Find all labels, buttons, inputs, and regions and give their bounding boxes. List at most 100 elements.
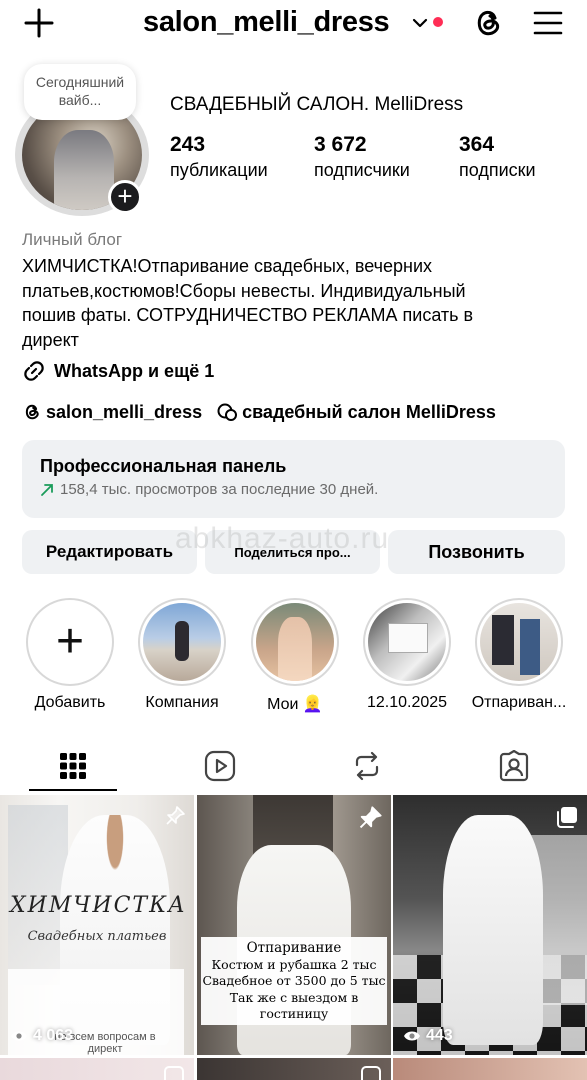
professional-dashboard[interactable]: Профессиональная панель 158,4 тыс. просм…: [22, 440, 565, 518]
post-title: ХИМЧИСТКА: [10, 893, 187, 918]
profile-tabs: [0, 740, 587, 792]
profile-category: Личный блог: [22, 230, 123, 249]
pro-panel-subtitle-row: 158,4 тыс. просмотров за последние 30 дн…: [40, 481, 547, 498]
notification-dot: [433, 17, 443, 27]
threads-badge[interactable]: salon_melli_dress: [22, 402, 202, 423]
stat-posts-value: 243: [170, 133, 206, 156]
highlight-mine[interactable]: Мои 👱‍♀️: [251, 598, 339, 714]
tab-grid[interactable]: [29, 740, 117, 792]
stat-following-value: 364: [459, 133, 495, 156]
highlight-ring: [251, 598, 339, 686]
post-text-line: гостиницу: [259, 1006, 329, 1021]
note-bubble[interactable]: Сегодняшний вайб...: [24, 64, 136, 120]
threads-handle: salon_melli_dress: [46, 401, 203, 422]
post-subtitle: Свадебных платьев: [27, 929, 167, 944]
bio-line: директ: [22, 329, 79, 350]
active-tab-indicator: [29, 789, 117, 791]
post-tile[interactable]: [197, 1058, 391, 1080]
post-tile[interactable]: Отпаривание Костюм и рубашка 2 тыс Сваде…: [197, 795, 391, 1055]
post-text-line: Так же с выездом в: [229, 989, 359, 1005]
reposts-icon: [355, 751, 379, 781]
stat-followers-value: 3 672: [314, 133, 367, 156]
reels-icon: [204, 750, 236, 782]
post-text-line: Костюм и рубашка 2 тыс: [211, 956, 377, 972]
menu-icon[interactable]: [533, 10, 563, 36]
post-tile[interactable]: [393, 1058, 587, 1080]
pro-panel-title: Профессиональная панель: [40, 456, 287, 476]
threads-small-icon: [25, 404, 39, 420]
post-tile[interactable]: ХИМЧИСТКА Свадебных платьев по всем вопр…: [0, 795, 194, 1055]
reel-icon: [361, 1066, 381, 1080]
bio-line: ХИМЧИСТКА!Отпаривание свадебных, вечерни…: [22, 256, 433, 276]
highlight-thumbnail: [368, 603, 446, 681]
highlight-ring: [363, 598, 451, 686]
highlight-thumbnail: [480, 603, 558, 681]
highlight-add[interactable]: + Добавить: [26, 598, 114, 712]
stat-followers[interactable]: 3 672 подписчики: [314, 132, 410, 182]
pin-icon: [359, 806, 382, 829]
add-story-icon[interactable]: +: [108, 180, 142, 214]
tab-reels[interactable]: [176, 740, 264, 792]
pin-icon: [166, 806, 185, 825]
highlight-label: Мои 👱‍♀️: [267, 696, 323, 713]
tab-reposts[interactable]: [323, 740, 411, 792]
reel-icon: [164, 1066, 184, 1080]
post-views: 4 063: [10, 1027, 73, 1045]
highlight-steaming[interactable]: Отпариван...: [472, 598, 566, 712]
highlight-ring: [138, 598, 226, 686]
post-text-line: Свадебное от 3500 до 5 тыс: [202, 973, 386, 988]
chevron-down-icon[interactable]: [412, 16, 428, 30]
edit-profile-button[interactable]: Редактировать: [22, 530, 197, 574]
stat-following-label: подписки: [459, 160, 536, 180]
eye-icon: [404, 1031, 420, 1041]
bio-line: платьев,костюмов!Сборы невесты. Индивиду…: [22, 280, 466, 301]
call-button[interactable]: Позвонить: [388, 530, 565, 574]
dress-shape: [443, 815, 543, 1045]
tagged-icon: [499, 750, 529, 782]
profile-link-label: WhatsApp и ещё 1: [54, 360, 215, 381]
profile-link[interactable]: WhatsApp и ещё 1: [22, 358, 214, 384]
post-text-line: Отпаривание: [246, 940, 342, 956]
stat-posts-label: публикации: [170, 160, 268, 180]
stat-followers-label: подписчики: [314, 160, 410, 180]
watermark: abkhaz-auto.ru: [175, 522, 390, 555]
highlight-ring: [475, 598, 563, 686]
post-views-count: 443: [426, 1027, 453, 1044]
top-bar: salon_melli_dress: [0, 0, 587, 50]
plus-icon: +: [55, 615, 85, 668]
post-tile[interactable]: 443: [393, 795, 587, 1055]
stat-posts[interactable]: 243 публикации: [170, 132, 268, 182]
highlight-label: 12.10.2025: [366, 694, 448, 711]
highlight-date[interactable]: 12.10.2025: [363, 598, 451, 712]
bio-line: пошив фаты. СОТРУДНИЧЕСТВО РЕКЛАМА писат…: [22, 305, 474, 325]
post-tile[interactable]: [0, 1058, 194, 1080]
link-icon: [24, 361, 44, 381]
grid-icon: [60, 753, 86, 779]
channel-badge[interactable]: свадебный салон MelliDress: [216, 402, 496, 423]
account-username[interactable]: salon_melli_dress: [143, 6, 390, 39]
pro-panel-subtitle: 158,4 тыс. просмотров за последние 30 дн…: [60, 481, 379, 498]
post-price-overlay: Отпаривание Костюм и рубашка 2 тыс Сваде…: [201, 937, 387, 1025]
carousel-icon: [557, 807, 577, 828]
channel-icon: [217, 403, 238, 421]
channel-name: свадебный салон MelliDress: [242, 401, 496, 422]
tab-tagged[interactable]: [470, 740, 558, 792]
eye-icon: [11, 1031, 27, 1041]
profile-name: СВАДЕБНЫЙ САЛОН. MelliDress: [170, 94, 464, 115]
highlight-thumbnail: [143, 603, 221, 681]
highlight-label: Компания: [145, 694, 219, 711]
highlight-label: Добавить: [34, 694, 106, 711]
plus-icon[interactable]: [24, 8, 54, 38]
highlight-label: Отпариван...: [471, 694, 567, 711]
highlight-company[interactable]: Компания: [138, 598, 226, 712]
post-views: 443: [403, 1027, 453, 1045]
trend-up-icon: [41, 483, 53, 496]
highlight-thumbnail: [256, 603, 334, 681]
avatar-photo-figure: [54, 130, 114, 210]
post-views-count: 4 063: [33, 1027, 74, 1044]
threads-icon[interactable]: [472, 6, 504, 40]
profile-badges-row: salon_melli_dress свадебный салон MelliD…: [22, 399, 496, 425]
stat-following[interactable]: 364 подписки: [459, 132, 536, 182]
highlight-ring: +: [26, 598, 114, 686]
profile-bio: ХИМЧИСТКА!Отпаривание свадебных, вечерни…: [22, 254, 567, 352]
